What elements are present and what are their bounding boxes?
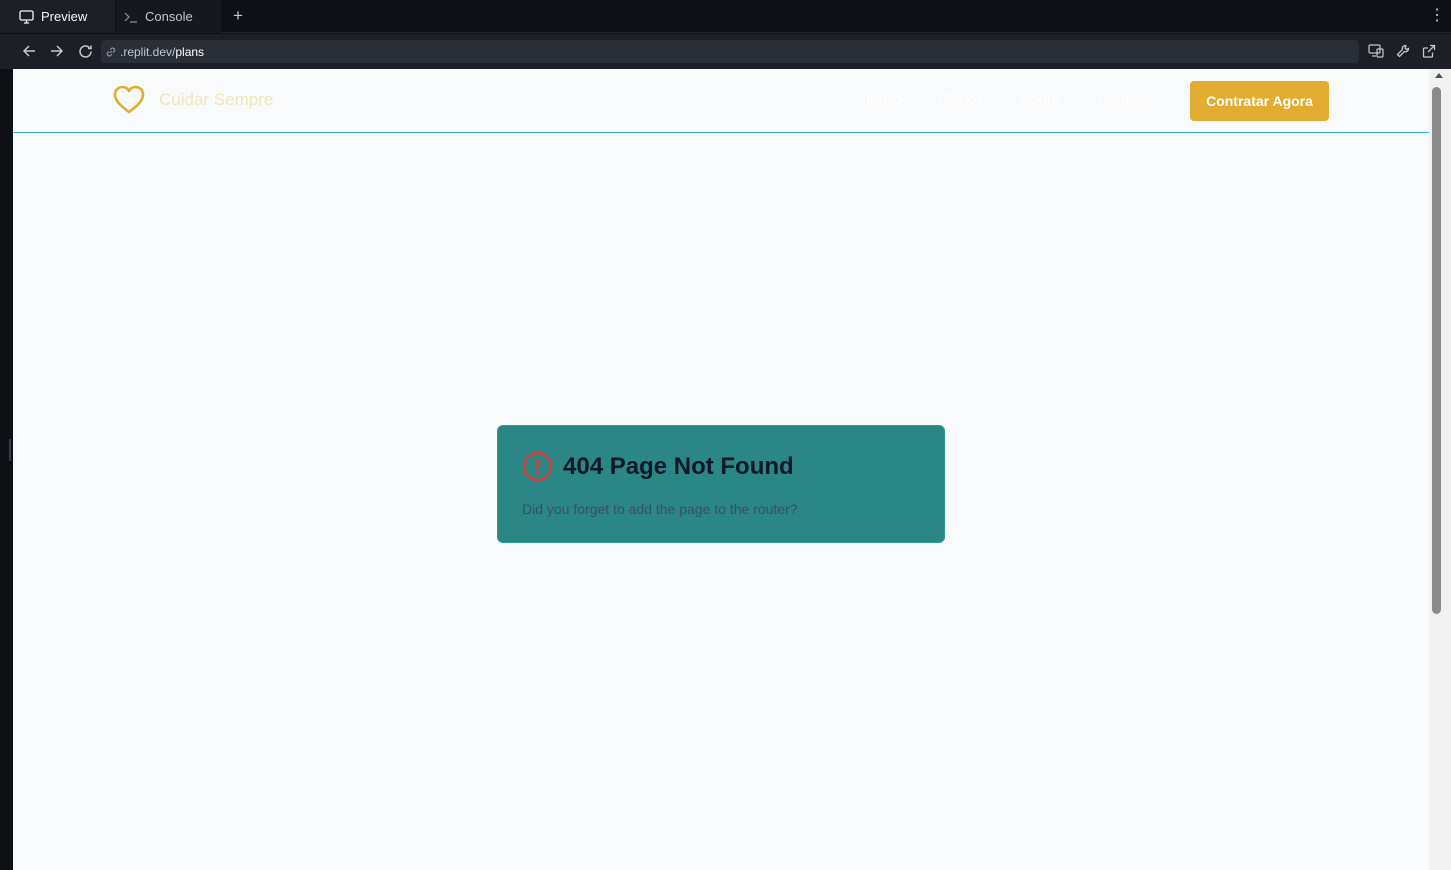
tab-preview-label: Preview	[41, 9, 88, 24]
brand-name: Cuidar Sempre	[159, 90, 274, 109]
monitor-icon	[19, 9, 34, 24]
nav-link-inicio[interactable]: Início	[866, 91, 902, 108]
terminal-icon	[124, 11, 138, 23]
nav-link-sobre[interactable]: Sobre	[1020, 91, 1060, 108]
panel-resize-edge	[0, 69, 13, 870]
nav-link-planos[interactable]: Planos	[938, 91, 984, 108]
devices-button[interactable]	[1367, 42, 1385, 60]
resize-handle[interactable]	[9, 439, 11, 461]
url-bar[interactable]: .replit.dev/plans	[101, 40, 1359, 63]
page-title: 404 Page Not Found	[563, 452, 794, 480]
scroll-thumb[interactable]	[1432, 87, 1441, 614]
nav-link-contato[interactable]: Contato	[1098, 91, 1151, 108]
reload-icon	[78, 44, 92, 58]
contratar-agora-button[interactable]: Contratar Agora	[1190, 81, 1329, 121]
arrow-left-icon	[22, 45, 35, 57]
browser-tab-bar: Preview Console + ⋮	[0, 0, 1451, 33]
back-button[interactable]	[20, 42, 38, 60]
devtools-button[interactable]	[1394, 42, 1412, 60]
add-tab-button[interactable]: +	[229, 6, 247, 26]
link-icon	[105, 46, 117, 58]
wrench-icon	[1396, 44, 1410, 58]
external-link-icon	[1422, 44, 1436, 58]
open-external-button[interactable]	[1420, 42, 1438, 60]
url-host: .replit.dev/	[120, 44, 176, 59]
not-found-heading: 404 Page Not Found	[522, 451, 794, 482]
forward-button[interactable]	[48, 42, 66, 60]
site-logo[interactable]: Cuidar Sempre	[113, 85, 273, 115]
reload-button[interactable]	[76, 42, 94, 60]
browser-nav-bar: .replit.dev/plans	[0, 34, 1451, 69]
alert-circle-icon	[522, 451, 553, 482]
page-viewport: Cuidar Sempre Início Planos Sobre Contat…	[13, 69, 1429, 870]
site-header: Cuidar Sempre Início Planos Sobre Contat…	[13, 69, 1429, 133]
tab-console[interactable]: Console	[116, 0, 221, 33]
tab-preview[interactable]: Preview	[0, 0, 115, 33]
more-options-button[interactable]: ⋮	[1429, 8, 1445, 24]
page-scrollbar[interactable]	[1429, 69, 1451, 870]
arrow-right-icon	[51, 45, 64, 57]
not-found-card: 404 Page Not Found Did you forget to add…	[497, 425, 945, 543]
scroll-up-arrow[interactable]	[1435, 73, 1443, 78]
heart-icon	[113, 85, 145, 114]
devices-icon	[1368, 44, 1384, 58]
not-found-message: Did you forget to add the page to the ro…	[522, 501, 798, 517]
url-path: plans	[175, 44, 205, 59]
tab-console-label: Console	[145, 9, 193, 24]
